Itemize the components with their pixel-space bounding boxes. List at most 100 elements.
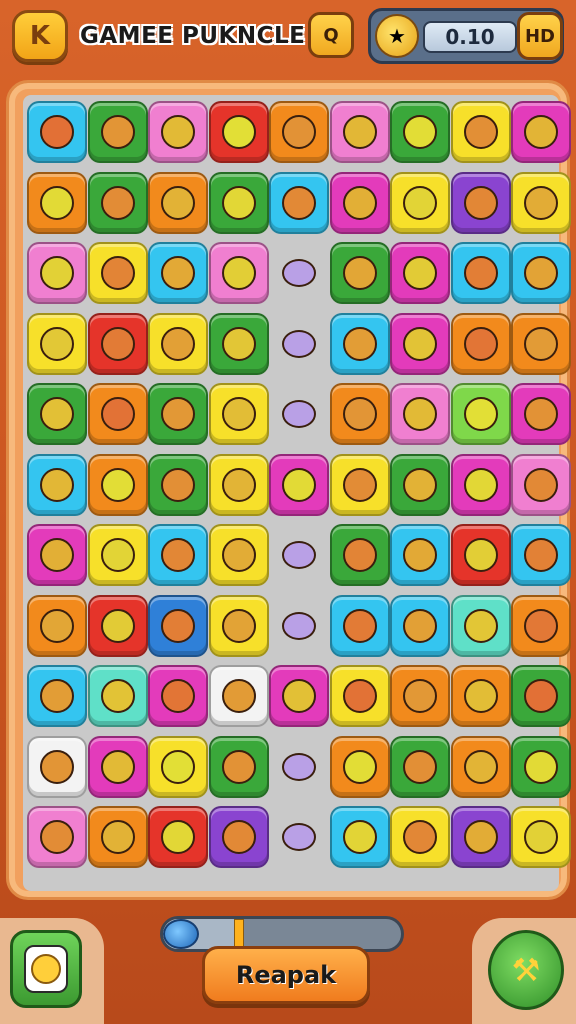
tile-r7-c0[interactable] <box>27 594 87 657</box>
tile-r2-c5[interactable] <box>329 242 390 304</box>
tile-r5-c3[interactable] <box>208 453 269 516</box>
tile-r4-c6[interactable] <box>390 383 450 445</box>
tile-r1-c0[interactable] <box>27 171 87 234</box>
profile-button[interactable] <box>10 930 82 1008</box>
tile-r5-c5[interactable] <box>329 453 390 516</box>
progress-knob[interactable] <box>163 919 199 949</box>
tile-r2-c6[interactable] <box>390 242 450 304</box>
tile-r5-c4[interactable] <box>269 453 329 516</box>
repack-button[interactable]: Reapak <box>202 946 370 1004</box>
tile-r8-c8[interactable] <box>511 665 571 727</box>
tile-r0-c3[interactable] <box>208 101 269 163</box>
tile-r3-c0[interactable] <box>27 312 87 375</box>
tile-r8-c1[interactable] <box>87 665 148 727</box>
tile-r2-c0[interactable] <box>27 242 87 304</box>
tile-r3-c2[interactable] <box>148 312 208 375</box>
tile-r1-c5[interactable] <box>329 171 390 234</box>
tile-r7-c8[interactable] <box>511 594 571 657</box>
tile-r9-c5[interactable] <box>329 735 390 798</box>
tile-r7-c7[interactable] <box>450 594 511 657</box>
tile-r9-c6[interactable] <box>390 735 450 798</box>
tile-r7-c2[interactable] <box>148 594 208 657</box>
tile-r1-c8[interactable] <box>511 171 571 234</box>
hd-button[interactable]: HD <box>517 12 563 60</box>
tile-r10-c8[interactable] <box>511 806 571 868</box>
tile-r6-c6[interactable] <box>390 524 450 586</box>
tile-r0-c5[interactable] <box>329 101 390 163</box>
tile-r6-c5[interactable] <box>329 524 390 586</box>
tile-r0-c0[interactable] <box>27 101 87 163</box>
tile-r1-c4[interactable] <box>269 171 329 234</box>
tile-r0-c8[interactable] <box>511 101 571 163</box>
tile-r2-c8[interactable] <box>511 242 571 304</box>
tile-r7-c1[interactable] <box>87 594 148 657</box>
tile-r6-c3[interactable] <box>208 524 269 586</box>
back-button[interactable]: K <box>12 10 68 62</box>
tile-r3-c3[interactable] <box>208 312 269 375</box>
tile-r4-c7[interactable] <box>450 383 511 445</box>
tile-r1-c7[interactable] <box>450 171 511 234</box>
tile-r5-c1[interactable] <box>87 453 148 516</box>
tile-r3-c1[interactable] <box>87 312 148 375</box>
tile-r9-c7[interactable] <box>450 735 511 798</box>
tile-r2-c3[interactable] <box>208 242 269 304</box>
tile-r3-c8[interactable] <box>511 312 571 375</box>
tile-r7-c6[interactable] <box>390 594 450 657</box>
tile-r6-c7[interactable] <box>450 524 511 586</box>
tile-r4-c8[interactable] <box>511 383 571 445</box>
tile-r6-c0[interactable] <box>27 524 87 586</box>
tile-r10-c2[interactable] <box>148 806 208 868</box>
tile-r8-c4[interactable] <box>269 665 329 727</box>
tile-r7-c3[interactable] <box>208 594 269 657</box>
tile-r1-c2[interactable] <box>148 171 208 234</box>
tile-r4-c5[interactable] <box>329 383 390 445</box>
tile-r8-c6[interactable] <box>390 665 450 727</box>
tile-r1-c3[interactable] <box>208 171 269 234</box>
tile-r6-c2[interactable] <box>148 524 208 586</box>
tile-r1-c6[interactable] <box>390 171 450 234</box>
tile-r10-c7[interactable] <box>450 806 511 868</box>
tile-r10-c3[interactable] <box>208 806 269 868</box>
tile-r5-c0[interactable] <box>27 453 87 516</box>
tile-r9-c8[interactable] <box>511 735 571 798</box>
tile-r5-c6[interactable] <box>390 453 450 516</box>
tile-r4-c0[interactable] <box>27 383 87 445</box>
tile-r8-c2[interactable] <box>148 665 208 727</box>
tile-r4-c3[interactable] <box>208 383 269 445</box>
tile-r2-c2[interactable] <box>148 242 208 304</box>
tile-r10-c5[interactable] <box>329 806 390 868</box>
tile-r9-c0[interactable] <box>27 735 87 798</box>
tile-r6-c1[interactable] <box>87 524 148 586</box>
hammer-icon[interactable]: ⚒ <box>488 930 564 1010</box>
tile-r4-c2[interactable] <box>148 383 208 445</box>
tile-r1-c1[interactable] <box>87 171 148 234</box>
tile-r5-c8[interactable] <box>511 453 571 516</box>
tile-r3-c5[interactable] <box>329 312 390 375</box>
tile-r10-c6[interactable] <box>390 806 450 868</box>
tile-r10-c0[interactable] <box>27 806 87 868</box>
tile-r8-c0[interactable] <box>27 665 87 727</box>
tile-r5-c2[interactable] <box>148 453 208 516</box>
tile-r2-c1[interactable] <box>87 242 148 304</box>
tile-r0-c2[interactable] <box>148 101 208 163</box>
hint-button[interactable]: Q <box>308 12 354 58</box>
tile-r9-c2[interactable] <box>148 735 208 798</box>
tile-r9-c3[interactable] <box>208 735 269 798</box>
tile-r0-c1[interactable] <box>87 101 148 163</box>
tile-r3-c7[interactable] <box>450 312 511 375</box>
tile-r0-c7[interactable] <box>450 101 511 163</box>
tile-r2-c7[interactable] <box>450 242 511 304</box>
tile-r3-c6[interactable] <box>390 312 450 375</box>
tile-r7-c5[interactable] <box>329 594 390 657</box>
tile-r0-c4[interactable] <box>269 101 329 163</box>
tile-face-icon <box>221 749 256 784</box>
tile-r4-c1[interactable] <box>87 383 148 445</box>
tile-r6-c8[interactable] <box>511 524 571 586</box>
tile-r0-c6[interactable] <box>390 101 450 163</box>
tile-r5-c7[interactable] <box>450 453 511 516</box>
tile-r10-c1[interactable] <box>87 806 148 868</box>
tile-r8-c3[interactable] <box>208 665 269 727</box>
tile-r8-c7[interactable] <box>450 665 511 727</box>
tile-r9-c1[interactable] <box>87 735 148 798</box>
tile-r8-c5[interactable] <box>329 665 390 727</box>
